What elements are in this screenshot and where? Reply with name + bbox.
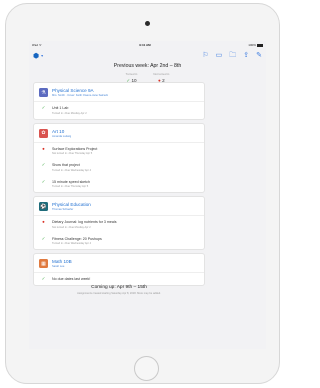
assignment-title: Unit 1 Lab: [52, 106, 69, 110]
assignment-status: Not turned in • Due Thursday Apr 5: [52, 152, 93, 155]
battery-icon: [256, 43, 263, 47]
soccer-ball-icon: ⚽: [39, 202, 48, 211]
class-card[interactable]: ✿ Art 10 Amanda Ludwig ● Surface Explora…: [33, 122, 205, 193]
assignment-row[interactable]: ● Dietary Journal: log nutrients for 3 m…: [34, 216, 204, 233]
coming-up-note: Assignments created starting Saturday Ap…: [77, 292, 161, 295]
no-due-dates-message: No due dates last week!: [52, 277, 91, 281]
home-button[interactable]: [134, 356, 159, 381]
beaker-icon: ⚗: [39, 88, 48, 97]
assignment-status: Turned in • Due Thursday Apr 5: [52, 185, 89, 188]
carrier-wifi: iPad ᯤ: [32, 43, 42, 47]
assignment-status: Not turned in • Due Monday Apr 2: [52, 225, 91, 229]
class-name[interactable]: Math 10B: [52, 259, 72, 264]
status-bar: iPad ᯤ 9:41 AM 100%: [29, 41, 266, 49]
class-header[interactable]: ▦ Math 10B Sarah Lee: [34, 254, 204, 273]
coming-up-section: Coming up: Apr 9th – 15th Assignments cr…: [33, 285, 205, 295]
class-header[interactable]: ✿ Art 10 Amanda Ludwig: [34, 124, 204, 143]
assignment-row[interactable]: ✓ Show that project Turned in • Due Wedne…: [34, 159, 204, 176]
check-icon: ✓: [41, 105, 46, 110]
class-card[interactable]: ⚽ Physical Education Thomas Schaefer ● D…: [33, 196, 205, 250]
class-card[interactable]: ⚗ Physical Science 9A Mrs. Smith · Cover…: [33, 82, 205, 120]
assignment-title: Show that project: [52, 163, 80, 167]
assignment-status: Turned in • Due Monday Apr 2: [52, 111, 87, 115]
missing-dot-icon: ●: [42, 219, 45, 224]
palette-icon: ✿: [39, 128, 48, 138]
assignment-row: ✓ No due dates last week!: [34, 273, 204, 285]
teacher-name[interactable]: Sarah Lee: [52, 265, 72, 268]
assignment-status: Turned in • Due Wednesday Apr 4: [52, 168, 92, 172]
check-icon: ✓: [41, 276, 46, 281]
compose-icon[interactable]: ✎: [256, 52, 262, 59]
chevron-down-icon: ▾: [41, 53, 44, 58]
check-icon: ✓: [41, 235, 46, 241]
class-name[interactable]: Art 10: [52, 129, 71, 134]
class-name[interactable]: Physical Education: [52, 202, 91, 207]
calendar-icon[interactable]: ▭: [216, 52, 223, 59]
missing-dot-icon: ●: [42, 145, 45, 151]
assignment-title: Surface Explorations Project: [52, 146, 98, 151]
class-card[interactable]: ▦ Math 10B Sarah Lee ✓ No due dates last…: [33, 253, 205, 286]
turned-in-label: Turned in: [125, 72, 138, 76]
front-camera: [145, 21, 150, 26]
assignment-row[interactable]: ✓ Fitness Challenge: 20 Pushups Turned in…: [34, 233, 204, 250]
class-list: ⚗ Physical Science 9A Mrs. Smith · Cover…: [33, 82, 205, 289]
assignment-row[interactable]: ● Surface Explorations Project Not turned…: [34, 143, 204, 160]
assignment-row[interactable]: ✓ Unit 1 Lab Turned in • Due Monday Apr 2: [34, 102, 204, 119]
assignment-title: 15 minute speed sketch: [52, 179, 90, 184]
toolbar-actions: ⚐ ▭ 🗀 ⇪ ✎: [202, 52, 262, 59]
assignment-row[interactable]: ✓ 15 minute speed sketch Turned in • Due …: [34, 176, 204, 193]
share-icon[interactable]: ⇪: [243, 52, 249, 59]
coming-up-title: Coming up: Apr 9th – 15th: [91, 285, 147, 290]
check-icon: ✓: [41, 178, 46, 184]
not-turned-in-label: Not turned in: [153, 72, 170, 76]
teacher-name[interactable]: Mrs. Smith · Cover: Keith Owens-Jane Sal…: [52, 94, 108, 97]
class-header[interactable]: ⚗ Physical Science 9A Mrs. Smith · Cover…: [34, 83, 204, 102]
clock: 9:41 AM: [139, 43, 151, 47]
calculator-icon: ▦: [39, 259, 48, 268]
flag-icon[interactable]: ⚐: [202, 52, 208, 59]
toolbar: ⬢ ▾ ⚐ ▭ 🗀 ⇪ ✎: [29, 49, 266, 62]
assignment-status: Turned in • Due Wednesday Apr 4: [52, 242, 92, 245]
teacher-name[interactable]: Amanda Ludwig: [52, 135, 71, 138]
class-header[interactable]: ⚽ Physical Education Thomas Schaefer: [34, 197, 204, 216]
check-icon: ✓: [41, 162, 46, 167]
battery-percent: 100%: [248, 43, 256, 47]
previous-week-title: Previous week: Apr 2nd – 8th: [113, 63, 182, 69]
account-switcher[interactable]: ⬢ ▾: [33, 52, 43, 60]
hexagon-logo-icon: ⬢: [33, 52, 40, 60]
assignment-title: Fitness Challenge: 20 Pushups: [52, 236, 102, 241]
battery: 100%: [248, 43, 263, 47]
teacher-name[interactable]: Thomas Schaefer: [52, 208, 91, 211]
assignment-title: Dietary Journal: log nutrients for 3 mea…: [52, 220, 117, 224]
class-name[interactable]: Physical Science 9A: [52, 88, 108, 93]
folder-icon[interactable]: 🗀: [229, 52, 236, 59]
